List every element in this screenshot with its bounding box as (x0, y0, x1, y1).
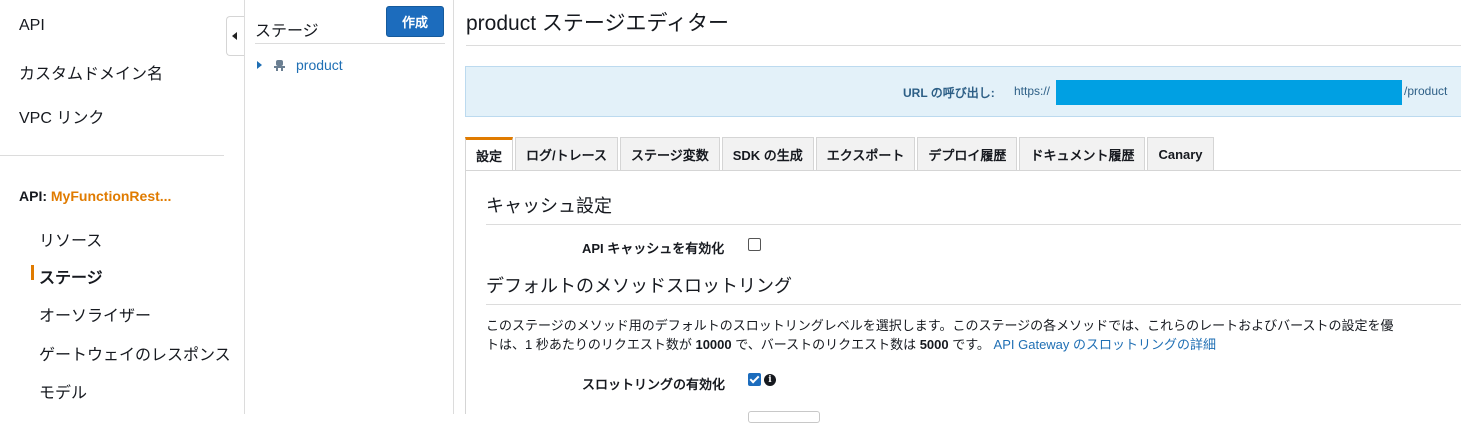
throttling-burst-value: 5000 (919, 337, 949, 352)
nav-api-prefix: API: (19, 188, 51, 204)
default-throttling-heading: デフォルトのメソッドスロットリング (486, 276, 792, 296)
page-title: product ステージエディター (466, 12, 729, 35)
cache-heading-divider (486, 224, 1461, 225)
tree-divider (255, 43, 445, 44)
invoke-url-box: URL の呼び出し: https:// /product (465, 66, 1461, 117)
stage-editor: product ステージエディター URL の呼び出し: https:// /p… (454, 0, 1461, 423)
tab-stage-variables[interactable]: ステージ変数 (619, 137, 720, 170)
throttling-docs-link[interactable]: API Gateway のスロットリングの詳細 (994, 337, 1216, 352)
nav-item-api[interactable]: API (19, 17, 45, 35)
throttling-desc-line1: このステージのメソッド用のデフォルトのスロットリングレベルを選択します。このステ… (486, 318, 1394, 333)
nav-item-authorizers[interactable]: オーソライザー (39, 302, 151, 326)
nav-api-header: API: MyFunctionRest... (19, 188, 171, 204)
tab-deployment-history[interactable]: デプロイ履歴 (917, 137, 1018, 170)
nav-divider (0, 155, 224, 156)
expand-caret-icon[interactable] (257, 61, 262, 69)
info-icon[interactable]: i (764, 374, 776, 386)
nav-item-gateway-responses[interactable]: ゲートウェイのレスポンス (39, 341, 231, 365)
content-border (465, 171, 466, 414)
invoke-url-label: URL の呼び出し: (903, 86, 995, 100)
tab-documentation-history[interactable]: ドキュメント履歴 (1019, 137, 1146, 170)
api-cache-checkbox[interactable] (748, 238, 761, 251)
collapse-nav-button[interactable] (226, 16, 244, 56)
nav-item-models[interactable]: モデル (39, 379, 87, 403)
create-stage-button[interactable]: 作成 (386, 6, 444, 37)
tab-sdk-generation[interactable]: SDK の生成 (721, 137, 814, 170)
stage-tree-title: ステージ (255, 23, 319, 40)
cache-settings-heading: キャッシュ設定 (486, 196, 612, 216)
throttling-desc-text-b: で、バーストのリクエスト数は (731, 337, 920, 352)
throttling-heading-divider (486, 304, 1461, 305)
invoke-url-prefix[interactable]: https:// (1014, 84, 1050, 98)
tab-settings[interactable]: 設定 (465, 137, 514, 171)
stage-tree-label[interactable]: product (296, 57, 343, 73)
nav-api-name[interactable]: MyFunctionRest... (51, 188, 172, 204)
rate-input[interactable] (748, 411, 820, 423)
tab-export[interactable]: エクスポート (815, 137, 916, 170)
tab-canary[interactable]: Canary (1147, 137, 1214, 170)
invoke-url-suffix[interactable]: /product (1404, 84, 1447, 98)
collapse-left-icon (232, 32, 237, 40)
left-navigation: API カスタムドメイン名 VPC リンク API: MyFunctionRes… (0, 0, 245, 414)
api-cache-label: API キャッシュを有効化 (582, 241, 725, 256)
stage-icon (273, 59, 286, 72)
tabs-underline (465, 170, 1461, 171)
invoke-url-redaction (1056, 80, 1402, 105)
stage-tree-panel: ステージ 作成 product (245, 0, 454, 414)
throttling-description: このステージのメソッド用のデフォルトのスロットリングレベルを選択します。このステ… (486, 316, 1458, 354)
nav-item-resources[interactable]: リソース (39, 227, 102, 251)
throttling-rate-value: 10000 (695, 337, 732, 352)
enable-throttling-checkbox[interactable] (748, 373, 761, 386)
tab-logs-tracing[interactable]: ログ/トレース (515, 137, 618, 170)
stage-tree-item[interactable]: product (257, 56, 343, 74)
enable-throttling-label: スロットリングの有効化 (582, 377, 726, 392)
nav-item-stages[interactable]: ステージ (39, 264, 103, 288)
title-divider (466, 45, 1461, 46)
throttling-desc-text-a: トは、1 秒あたりのリクエスト数が (486, 337, 696, 352)
throttling-desc-text-c: です。 (948, 337, 990, 352)
nav-item-custom-domain[interactable]: カスタムドメイン名 (19, 60, 163, 84)
throttling-desc-line2: トは、1 秒あたりのリクエスト数が 10000 で、バーストのリクエスト数は 5… (486, 335, 1458, 354)
stage-tabs: 設定 ログ/トレース ステージ変数 SDK の生成 エクスポート デプロイ履歴 … (465, 137, 1216, 171)
active-indicator (31, 265, 34, 280)
nav-item-vpc-link[interactable]: VPC リンク (19, 104, 104, 128)
